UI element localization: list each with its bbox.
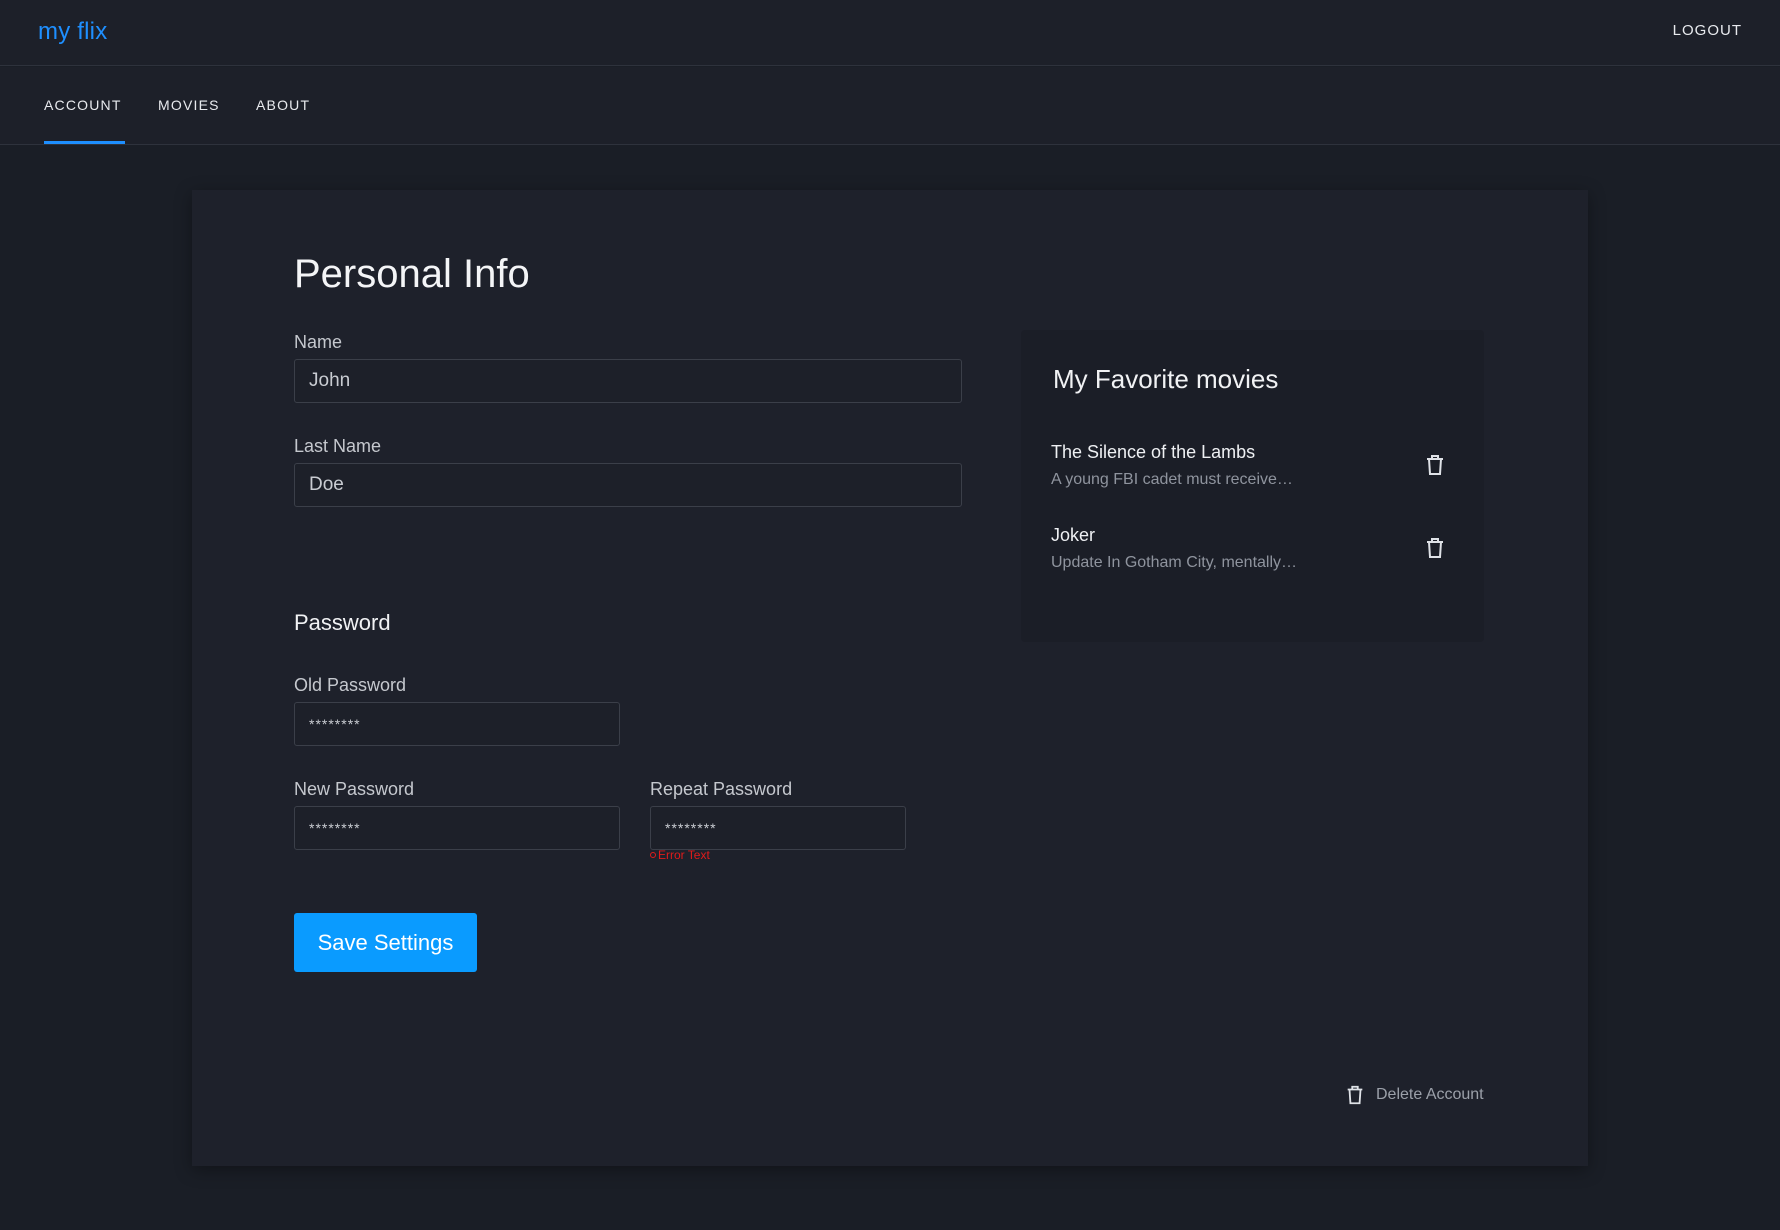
old-password-input[interactable]: ******** xyxy=(294,702,620,746)
new-password-label: New Password xyxy=(294,779,415,799)
trash-icon[interactable] xyxy=(1423,452,1447,478)
movie-title: The Silence of the Lambs xyxy=(1051,442,1256,462)
password-section-title: Password xyxy=(294,610,391,635)
tab-account[interactable]: ACCOUNT xyxy=(44,67,125,144)
account-card: Personal Info Name John Last Name Doe Pa… xyxy=(192,190,1588,1166)
old-password-label: Old Password xyxy=(294,675,407,695)
trash-icon xyxy=(1344,1083,1366,1107)
trash-icon[interactable] xyxy=(1423,535,1447,561)
movie-description: A young FBI cadet must receive… xyxy=(1051,471,1293,488)
delete-account-button[interactable]: Delete Account xyxy=(1344,1082,1484,1108)
nav-tabs: ACCOUNT MOVIES ABOUT xyxy=(0,67,1780,145)
repeat-password-input[interactable]: ******** xyxy=(650,806,906,850)
new-password-input[interactable]: ******** xyxy=(294,806,620,850)
movie-description: Update In Gotham City, mentally… xyxy=(1051,554,1298,571)
name-input[interactable]: John xyxy=(294,359,962,403)
repeat-password-error: Error Text xyxy=(650,848,710,862)
top-app-bar: my flix LOGOUT xyxy=(0,0,1780,66)
last-name-label: Last Name xyxy=(294,436,382,456)
logout-button[interactable]: LOGOUT xyxy=(1673,22,1742,39)
tab-movies[interactable]: MOVIES xyxy=(158,67,220,144)
tab-about[interactable]: ABOUT xyxy=(256,67,310,144)
name-label: Name xyxy=(294,332,343,352)
delete-account-label: Delete Account xyxy=(1376,1086,1484,1103)
last-name-input[interactable]: Doe xyxy=(294,463,962,507)
error-text: Error Text xyxy=(658,848,710,862)
favorites-title: My Favorite movies xyxy=(1053,364,1279,394)
error-icon xyxy=(650,852,656,858)
movie-title: Joker xyxy=(1051,525,1096,545)
favorite-movie-item: The Silence of the Lambs A young FBI cad… xyxy=(1051,442,1461,500)
favorite-movie-item: Joker Update In Gotham City, mentally… xyxy=(1051,525,1461,583)
app-logo[interactable]: my flix xyxy=(38,18,107,46)
repeat-password-label: Repeat Password xyxy=(650,779,793,799)
page-title: Personal Info xyxy=(294,252,530,296)
favorite-movies-panel: My Favorite movies The Silence of the La… xyxy=(1021,330,1484,642)
save-settings-button[interactable]: Save Settings xyxy=(294,913,477,972)
